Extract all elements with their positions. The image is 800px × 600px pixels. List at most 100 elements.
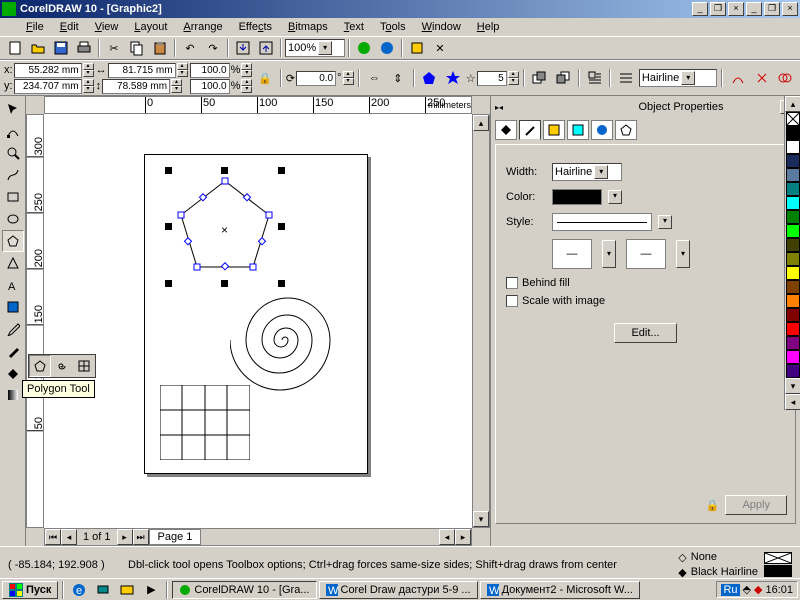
ruler-vertical[interactable]: 300 250 200 150 100 50 <box>26 114 44 528</box>
script-button[interactable] <box>406 38 428 58</box>
to-back-button[interactable] <box>552 68 574 88</box>
width-combo[interactable]: Hairline▾ <box>552 163 622 181</box>
swatch[interactable] <box>786 182 800 196</box>
wrap-text-button[interactable] <box>584 68 606 88</box>
menu-text[interactable]: Text <box>336 19 372 35</box>
polygon-shape-button[interactable] <box>419 68 441 88</box>
graph-paper-shape[interactable] <box>160 385 250 460</box>
mdi-restore-button[interactable]: ❐ <box>710 2 726 16</box>
quick-desktop-icon[interactable] <box>92 580 114 600</box>
break-apart-button[interactable] <box>751 68 773 88</box>
swatch[interactable] <box>786 322 800 336</box>
zoom-combo[interactable]: 100%▾ <box>285 39 345 57</box>
swatch-black[interactable] <box>786 126 800 140</box>
palette-down-button[interactable]: ▾ <box>785 378 800 394</box>
outline-tool[interactable] <box>2 340 24 362</box>
height-input[interactable] <box>102 79 170 94</box>
print-button[interactable] <box>73 38 95 58</box>
palette-up-button[interactable]: ▴ <box>785 96 800 112</box>
style-combo[interactable] <box>552 213 652 231</box>
start-arrow-combo[interactable]: — <box>552 239 592 269</box>
menu-view[interactable]: View <box>87 19 127 35</box>
swatch-none[interactable] <box>786 112 800 126</box>
menu-layout[interactable]: Layout <box>126 19 175 35</box>
convert-curves-button[interactable] <box>727 68 749 88</box>
scroll-right-button[interactable]: ▸ <box>455 529 471 545</box>
app-launcher-button[interactable] <box>353 38 375 58</box>
tab-internet[interactable] <box>591 120 613 140</box>
swatch[interactable] <box>786 280 800 294</box>
outline-preview[interactable] <box>764 565 792 577</box>
outline-width-icon[interactable] <box>615 68 637 88</box>
mirror-v-button[interactable]: ⇕ <box>387 68 409 88</box>
tab-fill[interactable] <box>495 120 517 140</box>
swatch[interactable] <box>786 252 800 266</box>
clock[interactable]: 16:01 <box>765 584 793 596</box>
swatch[interactable] <box>786 350 800 364</box>
fill-tool[interactable] <box>2 362 24 384</box>
prev-page-button[interactable]: ◂ <box>61 529 77 545</box>
flyout-graph-paper[interactable] <box>73 355 95 377</box>
rectangle-tool[interactable] <box>2 186 24 208</box>
close-button[interactable]: × <box>782 2 798 16</box>
mdi-minimize-button[interactable]: _ <box>692 2 708 16</box>
interactive-fill-tool[interactable] <box>2 384 24 406</box>
text-tool[interactable]: A <box>2 274 24 296</box>
freehand-tool[interactable] <box>2 164 24 186</box>
scale-with-image-checkbox[interactable]: Scale with image <box>506 295 785 307</box>
spiral-shape[interactable] <box>230 285 340 395</box>
start-button[interactable]: Пуск <box>2 581 58 599</box>
flyout-spiral[interactable] <box>51 355 73 377</box>
shape-tool[interactable] <box>2 120 24 142</box>
menu-bitmaps[interactable]: Bitmaps <box>280 19 336 35</box>
star-shape-button[interactable] <box>442 68 464 88</box>
scale-y-input[interactable] <box>190 79 230 94</box>
end-arrow-combo[interactable]: — <box>626 239 666 269</box>
minimize-button[interactable]: _ <box>746 2 762 16</box>
width-input[interactable] <box>108 63 176 78</box>
swatch[interactable] <box>786 336 800 350</box>
lock-icon[interactable]: 🔒 <box>706 499 720 512</box>
selected-pentagon[interactable]: × <box>165 167 285 287</box>
interactive-tool[interactable] <box>2 296 24 318</box>
export-button[interactable] <box>255 38 277 58</box>
menu-arrange[interactable]: Arrange <box>175 19 230 35</box>
last-page-button[interactable]: ⏭ <box>133 529 149 545</box>
ellipse-tool[interactable] <box>2 208 24 230</box>
swatch[interactable] <box>786 168 800 182</box>
tab-polygon[interactable] <box>615 120 637 140</box>
new-button[interactable] <box>4 38 26 58</box>
x-pos-input[interactable] <box>14 63 82 78</box>
pick-tool[interactable] <box>2 98 24 120</box>
next-page-button[interactable]: ▸ <box>117 529 133 545</box>
restore-button[interactable]: ❐ <box>764 2 780 16</box>
swatch[interactable] <box>786 294 800 308</box>
swatch[interactable] <box>786 154 800 168</box>
cut-button[interactable]: ✂ <box>103 38 125 58</box>
swatch[interactable] <box>786 308 800 322</box>
behind-fill-checkbox[interactable]: Behind fill <box>506 277 785 289</box>
swatch[interactable] <box>786 266 800 280</box>
swatch[interactable] <box>786 196 800 210</box>
import-button[interactable] <box>232 38 254 58</box>
edit-button[interactable]: Edit... <box>614 323 676 343</box>
swatch[interactable] <box>786 364 800 378</box>
rotation-input[interactable] <box>296 71 336 86</box>
first-page-button[interactable]: ⏮ <box>45 529 61 545</box>
redo-button[interactable]: ↷ <box>202 38 224 58</box>
open-button[interactable] <box>27 38 49 58</box>
color-swatch[interactable] <box>552 189 602 205</box>
swatch[interactable] <box>786 210 800 224</box>
task-word2[interactable]: WДокумент2 - Microsoft W... <box>480 581 640 599</box>
swatch[interactable] <box>786 238 800 252</box>
y-pos-input[interactable] <box>14 79 82 94</box>
copy-button[interactable] <box>126 38 148 58</box>
quick-launch-icon[interactable]: ▶ <box>140 580 162 600</box>
sides-input[interactable] <box>477 71 507 86</box>
lang-indicator[interactable]: Ru <box>721 584 739 596</box>
menu-file[interactable]: File <box>18 19 52 35</box>
swatch[interactable] <box>786 224 800 238</box>
tray-icon[interactable]: ◆ <box>754 583 762 596</box>
menu-edit[interactable]: Edit <box>52 19 87 35</box>
to-front-button[interactable] <box>529 68 551 88</box>
